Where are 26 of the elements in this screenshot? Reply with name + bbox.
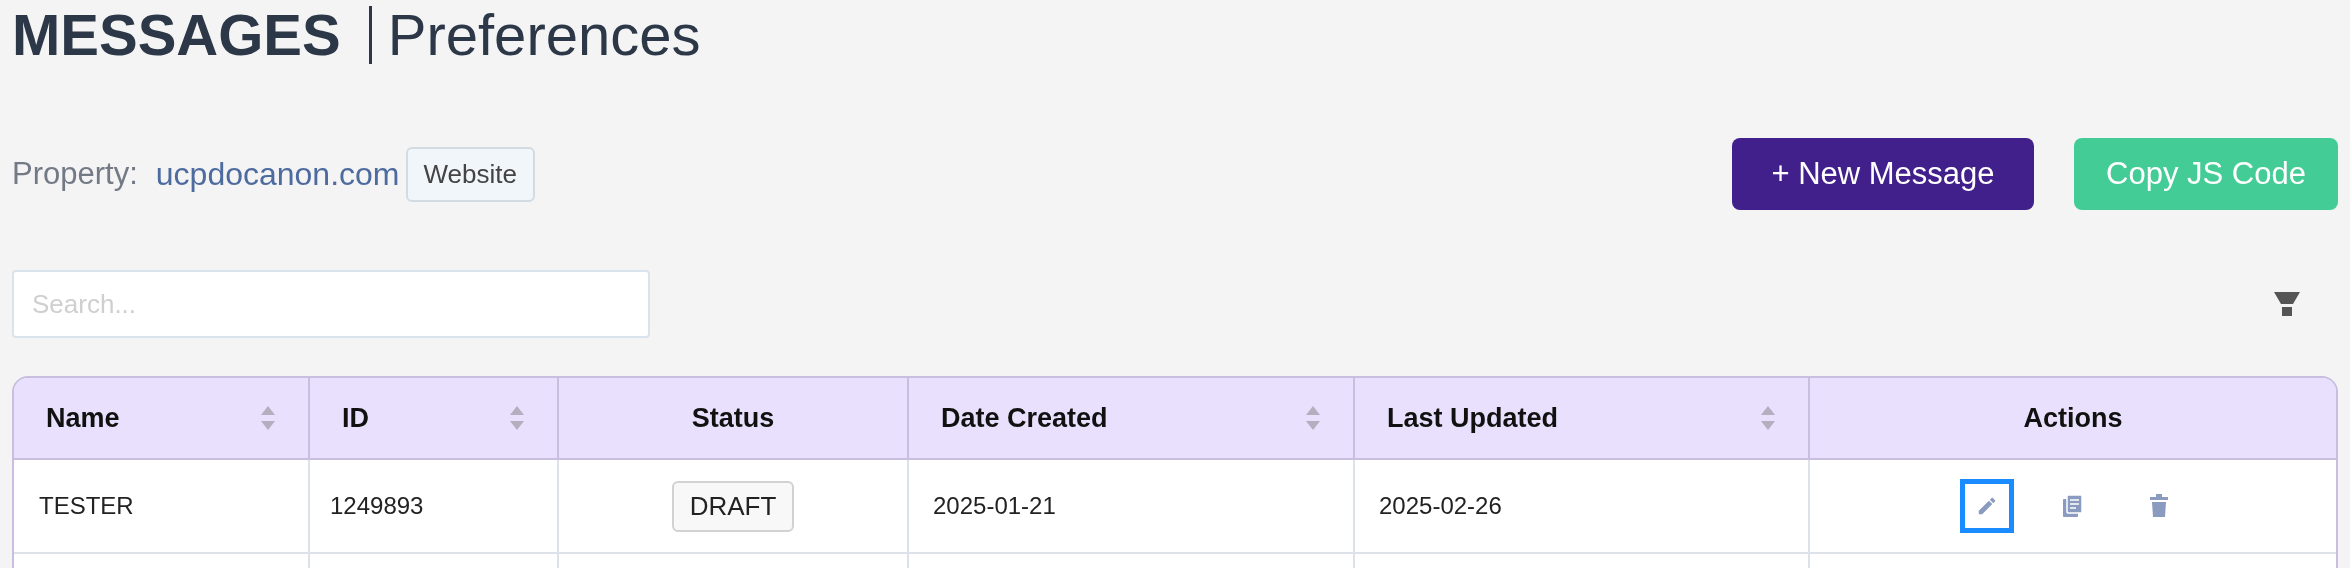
page-subtitle: Preferences: [368, 6, 701, 64]
column-header: Actions: [2022, 401, 2124, 435]
column-header[interactable]: Name: [14, 378, 310, 458]
document-icon: [2062, 494, 2084, 518]
table-cell: TESTER: [14, 460, 310, 552]
new-message-button[interactable]: + New Message: [1732, 138, 2034, 210]
trash-icon: [2149, 494, 2169, 518]
table-cell: 2025-02-26: [1355, 460, 1810, 552]
table-cell: 2025-01-21: [909, 460, 1355, 552]
property-label: Property:: [12, 154, 138, 193]
sort-icon[interactable]: [1305, 405, 1321, 431]
column-header: Status: [559, 378, 909, 458]
sort-icon[interactable]: [260, 405, 276, 431]
page-title: MESSAGES: [12, 6, 341, 64]
edit-button[interactable]: [1960, 479, 2014, 533]
property-type-tag: Website: [405, 146, 535, 202]
column-header[interactable]: ID: [310, 378, 559, 458]
column-header[interactable]: Last Updated: [1355, 378, 1810, 458]
status-tag: DRAFT: [671, 480, 795, 532]
pencil-icon: [1976, 495, 1998, 517]
sort-icon[interactable]: [1760, 405, 1776, 431]
sort-icon[interactable]: [509, 405, 525, 431]
property-link[interactable]: ucpdocanon.com: [155, 150, 400, 198]
table-cell: 1249893: [310, 460, 559, 552]
filter-icon[interactable]: [2274, 292, 2300, 316]
column-header[interactable]: Date Created: [909, 378, 1355, 458]
